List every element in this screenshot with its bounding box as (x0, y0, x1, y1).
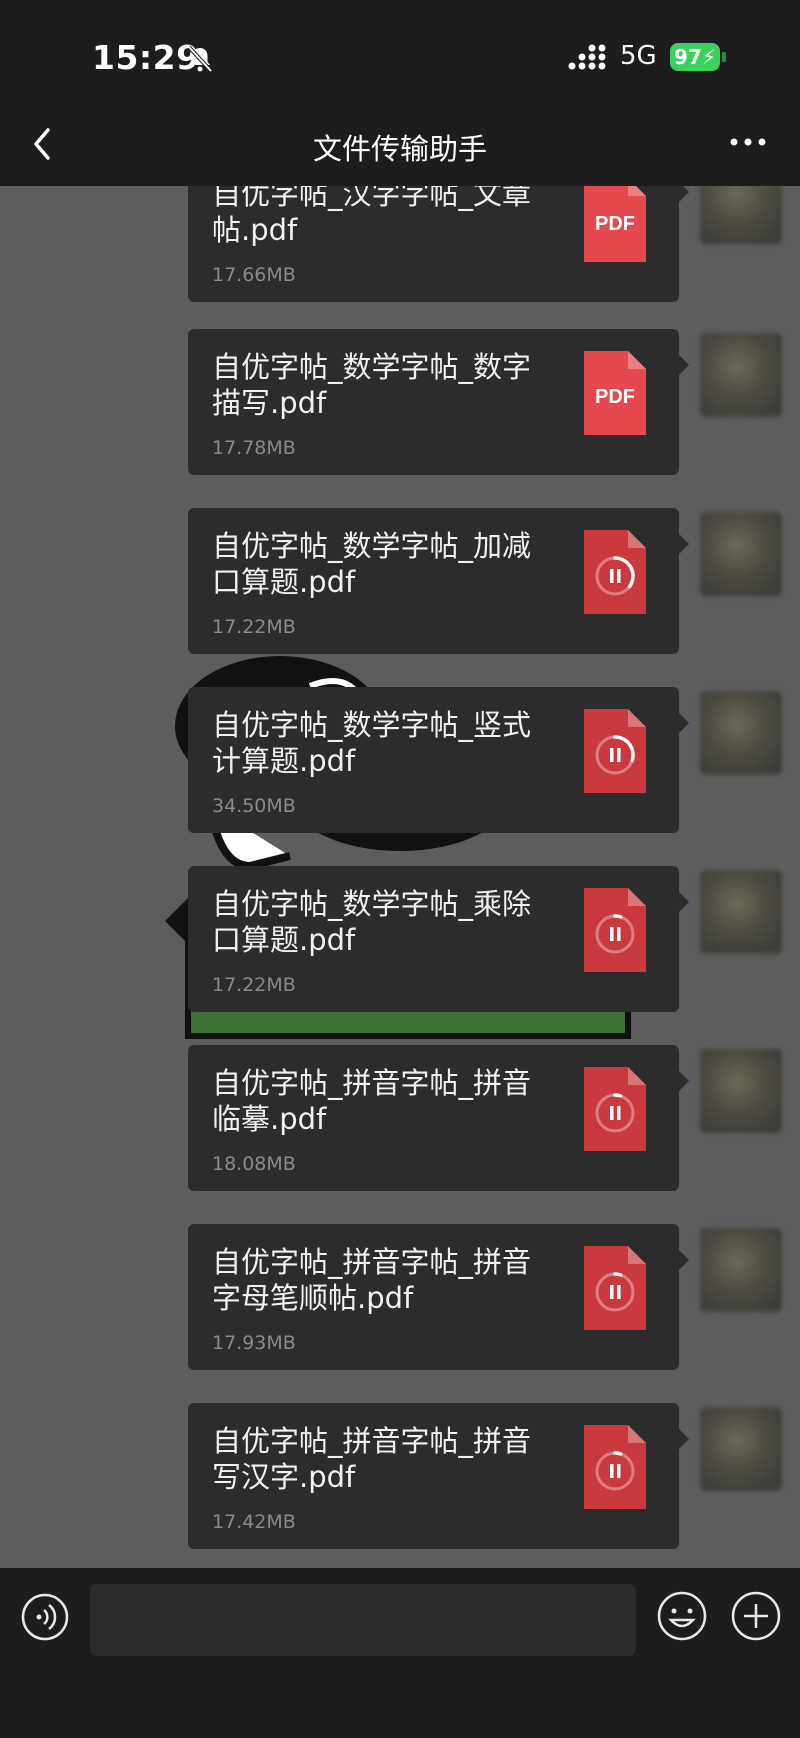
file-name: 自优字帖_汉字字帖_文章帖.pdf (212, 186, 532, 247)
sender-avatar[interactable] (700, 333, 782, 417)
file-size: 17.22MB (212, 616, 296, 638)
battery-level: 97 (674, 45, 702, 69)
download-paused-icon[interactable] (584, 709, 646, 793)
file-name: 自优字帖_拼音字帖_拼音字母笔顺帖.pdf (212, 1245, 532, 1315)
message-input[interactable] (90, 1584, 636, 1656)
pdf-file-icon: PDF (584, 186, 646, 262)
file-name: 自优字帖_数学字帖_乘除口算题.pdf (212, 887, 532, 957)
emoji-icon[interactable] (656, 1590, 708, 1642)
file-name: 自优字帖_数学字帖_数字描写.pdf (212, 350, 532, 420)
download-progress-arc (613, 1451, 623, 1456)
voice-input-icon[interactable] (20, 1592, 70, 1642)
file-name: 自优字帖_数学字帖_竖式计算题.pdf (212, 708, 532, 778)
pdf-label: PDF (595, 213, 635, 235)
file-message[interactable]: 自优字帖_数学字帖_竖式计算题.pdf 34.50MB (188, 687, 689, 833)
file-size: 17.22MB (212, 974, 296, 996)
file-size: 34.50MB (212, 795, 296, 817)
sender-avatar[interactable] (700, 870, 782, 954)
file-size: 17.42MB (212, 1511, 296, 1533)
file-message[interactable]: 自优字帖_数学字帖_乘除口算题.pdf 17.22MB (188, 866, 689, 1012)
file-size: 17.93MB (212, 1332, 296, 1354)
file-message[interactable]: 自优字帖_数学字帖_加减口算题.pdf 17.22MB (188, 508, 689, 654)
more-options-icon[interactable] (728, 132, 768, 152)
file-message[interactable]: 自优字帖_拼音字帖_拼音写汉字.pdf 17.42MB (188, 1403, 689, 1549)
bottom-input-bar (0, 1568, 800, 1738)
file-size: 18.08MB (212, 1153, 296, 1175)
file-message[interactable]: 自优字帖_拼音字帖_拼音字母笔顺帖.pdf 17.93MB (188, 1224, 689, 1370)
status-time: 15:29 (92, 38, 200, 77)
file-size: 17.78MB (212, 437, 296, 459)
file-message[interactable]: 自优字帖_汉字字帖_文章帖.pdf 17.66MB PDF (188, 186, 689, 302)
file-name: 自优字帖_拼音字帖_拼音临摹.pdf (212, 1066, 532, 1136)
battery-indicator: 97 ⚡ (670, 43, 720, 71)
network-type: 5G (620, 41, 657, 71)
download-paused-icon[interactable] (584, 1067, 646, 1151)
sender-avatar[interactable] (700, 691, 782, 775)
download-paused-icon[interactable] (584, 1246, 646, 1330)
sender-avatar[interactable] (700, 186, 782, 244)
sender-avatar[interactable] (700, 1228, 782, 1312)
top-bar: 15:29 5G 97 ⚡ 文件传输助手 (0, 0, 800, 186)
bell-muted-icon (187, 45, 213, 73)
sender-avatar[interactable] (700, 512, 782, 596)
download-progress-arc (613, 1272, 623, 1277)
signal-icon (568, 44, 606, 70)
chat-area[interactable]: 自优字帖_汉字字帖_文章帖.pdf 17.66MB PDF 自优字帖_数学字帖_数字描… (0, 186, 800, 1568)
chat-title: 文件传输助手 (312, 132, 487, 166)
file-message[interactable]: 自优字帖_拼音字帖_拼音临摹.pdf 18.08MB (188, 1045, 689, 1191)
plus-icon[interactable] (730, 1590, 782, 1642)
sender-avatar[interactable] (700, 1407, 782, 1491)
download-paused-icon[interactable] (584, 530, 646, 614)
download-progress-arc (613, 914, 623, 919)
file-name: 自优字帖_拼音字帖_拼音写汉字.pdf (212, 1424, 532, 1494)
file-name: 自优字帖_数学字帖_加减口算题.pdf (212, 529, 532, 599)
download-progress-arc (613, 1093, 623, 1098)
download-paused-icon[interactable] (584, 888, 646, 972)
file-size: 17.66MB (212, 264, 296, 286)
file-message[interactable]: 自优字帖_数学字帖_数字描写.pdf 17.78MB PDF (188, 329, 689, 475)
sender-avatar[interactable] (700, 1049, 782, 1133)
battery-cap (722, 52, 726, 62)
pdf-label: PDF (595, 386, 635, 408)
pdf-file-icon: PDF (584, 351, 646, 435)
download-paused-icon[interactable] (584, 1425, 646, 1509)
